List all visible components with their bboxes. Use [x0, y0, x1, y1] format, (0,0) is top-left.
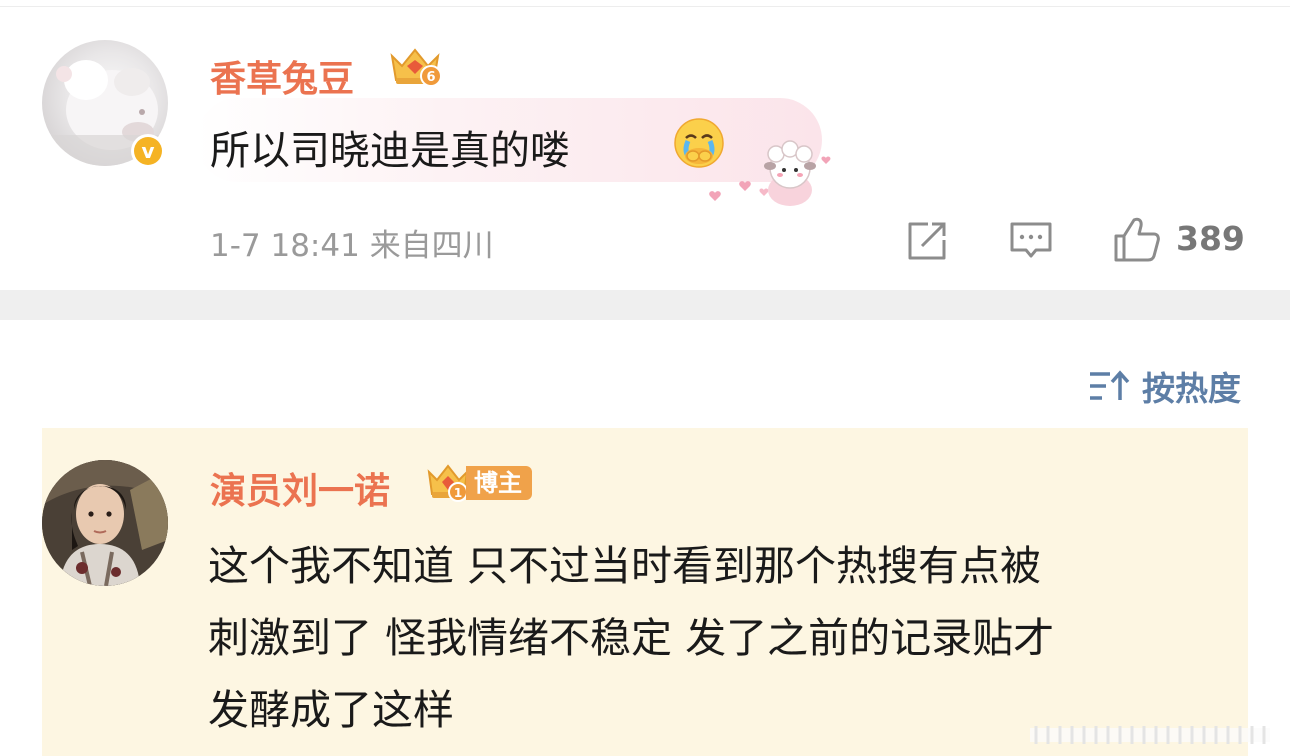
comment-meta: 1-7 18:41 来自四川 [210, 220, 494, 265]
comment-icon[interactable] [1008, 218, 1054, 264]
comment-text: 这个我不知道 只不过当时看到那个热搜有点被 刺激到了 怪我情绪不稳定 发了之前的… [208, 530, 1248, 746]
location: 来自四川 [369, 228, 494, 264]
timestamp: 1-7 18:41 [210, 228, 360, 264]
sort-label: 按热度 [1142, 369, 1241, 408]
username[interactable]: 演员刘一诺 [210, 462, 390, 514]
comment-line: 刺激到了 怪我情绪不稳定 发了之前的记录贴才 [208, 614, 1055, 662]
watermark-decoration [1030, 726, 1270, 744]
crown-level-icon: 6 [390, 48, 442, 87]
username[interactable]: 香草兔豆 [210, 50, 354, 102]
sort-button[interactable]: 按热度 [1088, 364, 1241, 408]
comment-line: 这个我不知道 只不过当时看到那个热搜有点被 [208, 542, 1042, 590]
section-separator [0, 290, 1290, 320]
share-icon[interactable] [904, 218, 950, 264]
verified-icon: v [131, 134, 165, 168]
top-divider [0, 6, 1290, 7]
like-count: 389 [1176, 219, 1245, 258]
sort-icon [1090, 370, 1130, 400]
bubble-sheep-decoration-icon [709, 140, 831, 206]
like-icon[interactable] [1112, 214, 1162, 264]
svg-text:1: 1 [454, 486, 462, 500]
comment-text: 所以司晓迪是真的喽 [210, 128, 570, 174]
svg-text:6: 6 [426, 70, 435, 85]
crown-level-icon: 1 [427, 464, 469, 502]
avatar[interactable] [42, 460, 168, 586]
blogger-badge: 博主 [466, 466, 532, 500]
